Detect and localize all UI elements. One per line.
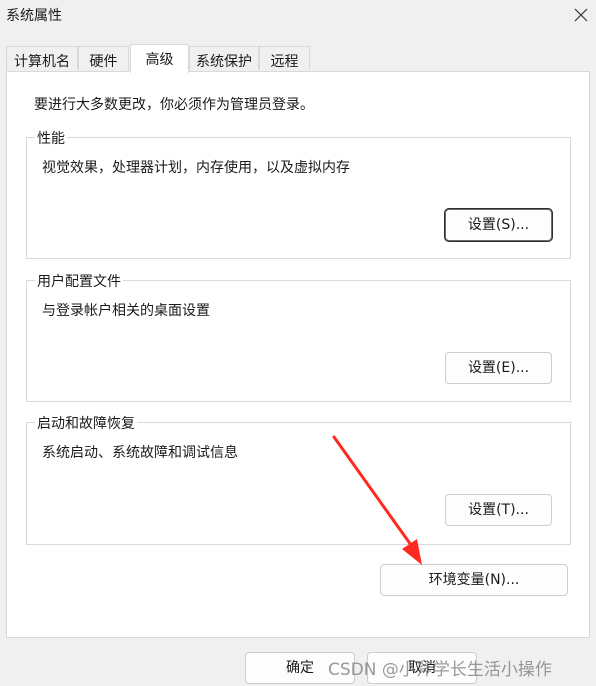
tab-hardware[interactable]: 硬件	[78, 46, 129, 70]
performance-group: 性能 视觉效果，处理器计划，内存使用，以及虚拟内存 设置(S)...	[26, 128, 571, 259]
startup-recovery-group: 启动和故障恢复 系统启动、系统故障和调试信息 设置(T)...	[26, 413, 571, 545]
performance-group-title: 性能	[35, 128, 67, 148]
tab-computer-name[interactable]: 计算机名	[6, 46, 78, 70]
user-profiles-description: 与登录帐户相关的桌面设置	[42, 303, 210, 319]
tab-remote[interactable]: 远程	[259, 46, 310, 70]
user-profiles-group: 用户配置文件 与登录帐户相关的桌面设置 设置(E)...	[26, 271, 571, 402]
user-profiles-settings-button[interactable]: 设置(E)...	[445, 352, 552, 384]
environment-variables-button[interactable]: 环境变量(N)...	[380, 564, 568, 596]
performance-settings-button[interactable]: 设置(S)...	[445, 209, 552, 241]
tab-advanced[interactable]: 高级	[130, 44, 189, 73]
window-title: 系统属性	[6, 8, 62, 24]
close-icon	[574, 8, 588, 22]
admin-notice: 要进行大多数更改，你必须作为管理员登录。	[34, 97, 314, 113]
startup-recovery-group-title: 启动和故障恢复	[35, 413, 137, 433]
startup-recovery-description: 系统启动、系统故障和调试信息	[42, 445, 238, 461]
watermark: CSDN @小斧学长生活小操作	[328, 660, 552, 680]
performance-description: 视觉效果，处理器计划，内存使用，以及虚拟内存	[42, 160, 350, 176]
tab-system-protection[interactable]: 系统保护	[189, 46, 259, 70]
close-button[interactable]	[566, 0, 596, 30]
startup-recovery-settings-button[interactable]: 设置(T)...	[445, 494, 552, 526]
title-bar: 系统属性	[0, 0, 596, 30]
advanced-tab-panel: 要进行大多数更改，你必须作为管理员登录。 性能 视觉效果，处理器计划，内存使用，…	[6, 71, 590, 638]
user-profiles-group-title: 用户配置文件	[35, 271, 123, 291]
tab-strip: 计算机名 硬件 高级 系统保护 远程	[6, 44, 590, 73]
